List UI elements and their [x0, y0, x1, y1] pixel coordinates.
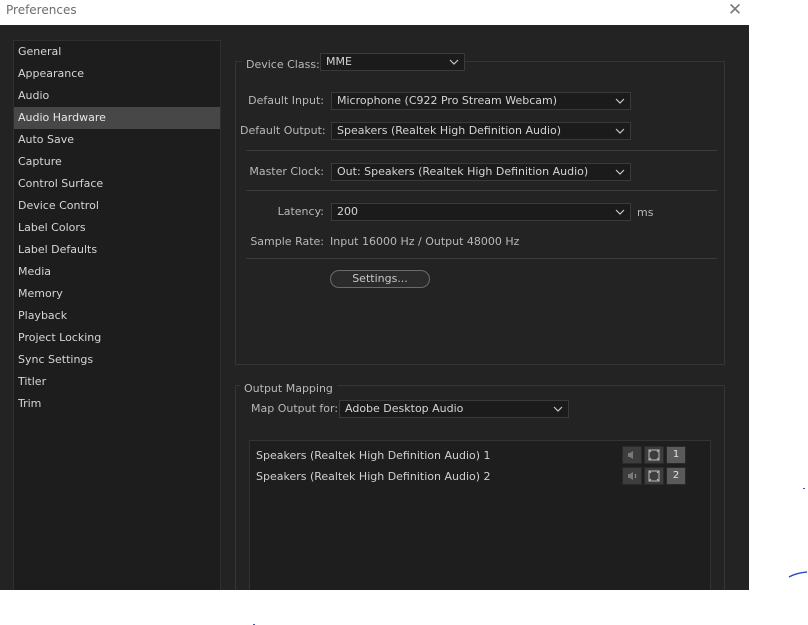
master-clock-dropdown[interactable]: Out: Speakers (Realtek High Definition A…	[331, 163, 631, 181]
close-icon[interactable]: ✕	[726, 1, 744, 19]
sidebar-item-titler[interactable]: Titler	[14, 371, 220, 393]
channel-frame-icon[interactable]	[644, 467, 664, 485]
sidebar-item-audio[interactable]: Audio	[14, 85, 220, 107]
master-clock-label: Master Clock:	[249, 165, 324, 178]
sidebar-item-device-control[interactable]: Device Control	[14, 195, 220, 217]
divider	[246, 258, 717, 259]
latency-label: Latency:	[277, 205, 324, 218]
list-item[interactable]: Speakers (Realtek High Definition Audio)…	[256, 470, 491, 483]
chevron-down-icon	[553, 406, 563, 412]
sidebar-item-sync-settings[interactable]: Sync Settings	[14, 349, 220, 371]
sidebar-item-label-colors[interactable]: Label Colors	[14, 217, 220, 239]
channel-frame-icon[interactable]	[644, 446, 664, 464]
chevron-down-icon	[449, 59, 459, 65]
chevron-down-icon	[615, 209, 625, 215]
sidebar-item-label-defaults[interactable]: Label Defaults	[14, 239, 220, 261]
default-output-dropdown[interactable]: Speakers (Realtek High Definition Audio)	[331, 122, 631, 140]
latency-unit: ms	[637, 206, 654, 219]
title-bar: Preferences ✕	[0, 0, 749, 25]
latency-dropdown[interactable]: 200	[331, 203, 631, 221]
speaker-left-icon[interactable]	[622, 446, 642, 464]
channel-number: 2	[666, 467, 686, 485]
map-output-for-label: Map Output for:	[251, 402, 339, 415]
chevron-down-icon	[615, 128, 625, 134]
ink-dot	[803, 488, 805, 489]
map-output-for-dropdown[interactable]: Adobe Desktop Audio	[339, 400, 569, 418]
list-item[interactable]: Speakers (Realtek High Definition Audio)…	[256, 449, 491, 462]
sidebar-item-general[interactable]: General	[14, 41, 220, 63]
default-output-value: Speakers (Realtek High Definition Audio)	[337, 124, 562, 137]
default-input-dropdown[interactable]: Microphone (C922 Pro Stream Webcam)	[331, 92, 631, 110]
sidebar-item-playback[interactable]: Playback	[14, 305, 220, 327]
sidebar-item-media[interactable]: Media	[14, 261, 220, 283]
window-title: Preferences	[6, 3, 77, 17]
sidebar-item-memory[interactable]: Memory	[14, 283, 220, 305]
default-input-label: Default Input:	[248, 94, 324, 107]
device-class-label: Device Class:	[246, 58, 320, 71]
map-output-for-value: Adobe Desktop Audio	[345, 402, 464, 415]
chevron-down-icon	[615, 169, 625, 175]
sample-rate-label: Sample Rate:	[250, 235, 324, 248]
settings-button[interactable]: Settings...	[330, 270, 430, 288]
sidebar-item-trim[interactable]: Trim	[14, 393, 220, 415]
sidebar-item-audio-hardware[interactable]: Audio Hardware	[14, 107, 220, 129]
sidebar-item-appearance[interactable]: Appearance	[14, 63, 220, 85]
default-output-label: Default Output:	[240, 124, 326, 137]
default-input-value: Microphone (C922 Pro Stream Webcam)	[337, 94, 558, 107]
speaker-right-icon[interactable]	[622, 467, 642, 485]
sidebar-item-project-locking[interactable]: Project Locking	[14, 327, 220, 349]
sidebar: General Appearance Audio Audio Hardware …	[13, 40, 221, 590]
output-mapping-title: Output Mapping	[244, 382, 333, 395]
divider	[246, 150, 717, 151]
device-class-row: Device Class:	[242, 53, 324, 71]
chevron-down-icon	[615, 98, 625, 104]
sidebar-item-auto-save[interactable]: Auto Save	[14, 129, 220, 151]
master-clock-value: Out: Speakers (Realtek High Definition A…	[337, 165, 589, 178]
channel-number: 1	[666, 446, 686, 464]
device-class-value: MME	[326, 55, 352, 68]
sample-rate-value: Input 16000 Hz / Output 48000 Hz	[330, 235, 520, 248]
device-class-dropdown[interactable]: MME	[320, 53, 465, 71]
output-mapping-legend: Output Mapping	[240, 377, 337, 395]
output-mapping-list: Speakers (Realtek High Definition Audio)…	[249, 440, 711, 590]
divider	[246, 190, 717, 191]
sidebar-item-capture[interactable]: Capture	[14, 151, 220, 173]
preferences-window: General Appearance Audio Audio Hardware …	[0, 25, 749, 590]
ink-stroke	[788, 571, 808, 578]
latency-value: 200	[337, 205, 358, 218]
sidebar-item-control-surface[interactable]: Control Surface	[14, 173, 220, 195]
